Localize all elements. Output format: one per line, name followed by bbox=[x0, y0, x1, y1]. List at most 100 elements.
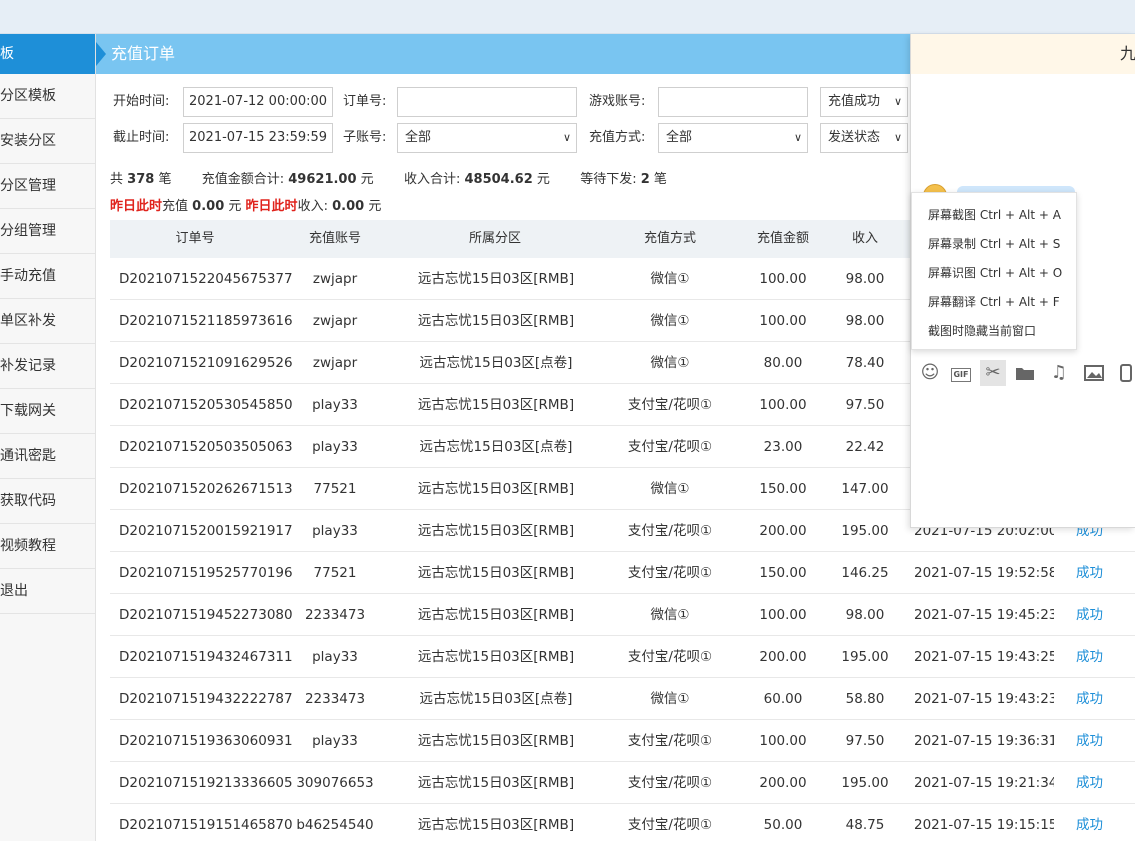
table-row[interactable]: D2021071519432222787 2233473 远古忘忧15日03区[点卷… bbox=[110, 678, 1135, 720]
sidebar-item-zone-manage[interactable]: 分区管理 bbox=[0, 164, 95, 209]
yesterday-income-unit: 元 bbox=[368, 199, 382, 214]
order-input[interactable] bbox=[397, 87, 577, 117]
cell-income: 97.50 bbox=[845, 733, 885, 749]
menu-item-screen-translate[interactable]: 屏幕翻译 Ctrl + Alt + F bbox=[912, 288, 1076, 317]
total-count: 378 bbox=[127, 172, 155, 187]
sidebar-item-reissue[interactable]: 单区补发 bbox=[0, 299, 95, 344]
sub-account-label: 子账号: bbox=[343, 130, 387, 145]
menu-item-screenshot[interactable]: 屏幕截图 Ctrl + Alt + A bbox=[912, 201, 1076, 230]
game-account-input[interactable] bbox=[658, 87, 808, 117]
sidebar-item-template[interactable]: 分区模板 bbox=[0, 74, 95, 119]
status-select[interactable]: 充值成功 ∨ bbox=[820, 87, 908, 117]
cell-account: 77521 bbox=[313, 565, 357, 581]
start-time-input[interactable]: 2021-07-12 00:00:00 bbox=[183, 87, 333, 117]
emoji-icon[interactable]: ☺ bbox=[917, 360, 943, 386]
sidebar-item-group-manage[interactable]: 分组管理 bbox=[0, 209, 95, 254]
cell-status[interactable]: 成功 bbox=[1076, 762, 1116, 804]
cell-zone: 远古忘忧15日03区[RMB] bbox=[417, 565, 575, 581]
table-row[interactable]: D2021071519452273080 2233473 远古忘忧15日03区[RM… bbox=[110, 594, 1135, 636]
end-time-input[interactable]: 2021-07-15 23:59:59 bbox=[183, 123, 333, 153]
cell-account: zwjapr bbox=[312, 313, 358, 329]
image-icon[interactable] bbox=[1081, 360, 1107, 386]
cell-pay-method: 微信① bbox=[650, 313, 690, 329]
count-prefix: 共 bbox=[110, 172, 124, 187]
sidebar-item-active[interactable]: 板 bbox=[0, 34, 95, 74]
sidebar-item-manual-recharge[interactable]: 手动充值 bbox=[0, 254, 95, 299]
cell-time: 2021-07-15 19:36:31 bbox=[914, 733, 1054, 749]
menu-item-screen-ocr[interactable]: 屏幕识图 Ctrl + Alt + O bbox=[912, 259, 1076, 288]
pending-unit: 笔 bbox=[653, 172, 667, 187]
cell-pay-method: 支付宝/花呗① bbox=[627, 397, 713, 413]
cell-amount: 150.00 bbox=[759, 481, 807, 497]
cell-pay-method: 微信① bbox=[650, 691, 690, 707]
table-row[interactable]: D2021071519525770196 77521 远古忘忧15日03区[RMB]… bbox=[110, 552, 1135, 594]
cell-amount: 200.00 bbox=[759, 775, 807, 791]
menu-item-hide-window[interactable]: 截图时隐藏当前窗口 bbox=[912, 317, 1076, 346]
yesterday-line: 昨日此时充值 0.00 元 昨日此时收入: 0.00 元 bbox=[110, 194, 381, 220]
sidebar-item-reissue-log[interactable]: 补发记录 bbox=[0, 344, 95, 389]
cell-status[interactable]: 成功 bbox=[1076, 594, 1116, 636]
order-label: 订单号: bbox=[343, 94, 387, 109]
phone-icon[interactable] bbox=[1113, 360, 1135, 386]
yesterday-income-text: 收入: bbox=[297, 199, 328, 214]
amount-unit: 元 bbox=[360, 172, 374, 187]
header-amount: 充值金额 bbox=[756, 231, 809, 246]
table-row[interactable]: D2021071519213336605 309076653 远古忘忧15日03区[… bbox=[110, 762, 1135, 804]
table-row[interactable]: D2021071519363060931 play33 远古忘忧15日03区[RMB… bbox=[110, 720, 1135, 762]
sidebar-item-video-tutorial[interactable]: 视频教程 bbox=[0, 524, 95, 569]
income-total: 48504.62 bbox=[464, 172, 533, 187]
table-row[interactable]: D2021071519432467311 play33 远古忘忧15日03区[RMB… bbox=[110, 636, 1135, 678]
amount-total: 49621.00 bbox=[288, 172, 357, 187]
pay-method-select[interactable]: 全部 ∨ bbox=[658, 123, 808, 153]
gif-label: GIF bbox=[951, 368, 971, 382]
cell-zone: 远古忘忧15日03区[点卷] bbox=[419, 691, 573, 707]
cell-income: 48.75 bbox=[845, 817, 885, 833]
cell-status[interactable]: 成功 bbox=[1076, 636, 1116, 678]
yesterday-label: 昨日此时 bbox=[110, 199, 163, 214]
cell-income: 22.42 bbox=[845, 439, 885, 455]
chevron-down-icon: ∨ bbox=[793, 131, 802, 144]
cell-pay-method: 支付宝/花呗① bbox=[627, 775, 713, 791]
sidebar-item-download-gateway[interactable]: 下载网关 bbox=[0, 389, 95, 434]
cell-income: 98.00 bbox=[845, 271, 885, 287]
cell-pay-method: 微信① bbox=[650, 481, 690, 497]
count-suffix: 笔 bbox=[158, 172, 172, 187]
screenshot-menu: 屏幕截图 Ctrl + Alt + A 屏幕录制 Ctrl + Alt + S … bbox=[911, 192, 1077, 350]
cell-amount: 200.00 bbox=[759, 523, 807, 539]
cell-amount: 60.00 bbox=[763, 691, 803, 707]
gif-icon[interactable]: GIF bbox=[947, 360, 973, 386]
pay-method-label: 充值方式: bbox=[589, 130, 646, 145]
sidebar-item-get-code[interactable]: 获取代码 bbox=[0, 479, 95, 524]
cell-pay-method: 微信① bbox=[650, 271, 690, 287]
cell-amount: 100.00 bbox=[759, 397, 807, 413]
cell-income: 58.80 bbox=[845, 691, 885, 707]
cell-account: 77521 bbox=[313, 481, 357, 497]
sidebar-item-secret-key[interactable]: 通讯密匙 bbox=[0, 434, 95, 479]
sub-account-select[interactable]: 全部 ∨ bbox=[397, 123, 577, 153]
cell-status[interactable]: 成功 bbox=[1076, 804, 1116, 841]
yesterday-recharge-unit: 元 bbox=[228, 199, 242, 214]
cell-status[interactable]: 成功 bbox=[1076, 678, 1116, 720]
cell-zone: 远古忘忧15日03区[RMB] bbox=[417, 733, 575, 749]
menu-item-screen-record[interactable]: 屏幕录制 Ctrl + Alt + S bbox=[912, 230, 1076, 259]
send-status-select[interactable]: 发送状态 ∨ bbox=[820, 123, 908, 153]
cell-account: play33 bbox=[312, 523, 358, 539]
folder-icon[interactable] bbox=[1012, 360, 1038, 386]
cell-status[interactable]: 成功 bbox=[1076, 552, 1116, 594]
cell-income: 147.00 bbox=[841, 481, 889, 497]
cell-status[interactable]: 成功 bbox=[1076, 720, 1116, 762]
sidebar-item-install[interactable]: 安装分区 bbox=[0, 119, 95, 164]
scissors-icon[interactable]: ✂ bbox=[980, 360, 1006, 386]
cell-amount: 50.00 bbox=[763, 817, 803, 833]
table-row[interactable]: D2021071519151465870 b46254540 远古忘忧15日03区[… bbox=[110, 804, 1135, 841]
cell-zone: 远古忘忧15日03区[RMB] bbox=[417, 481, 575, 497]
title-notch bbox=[96, 42, 106, 66]
sidebar-item-logout[interactable]: 退出 bbox=[0, 569, 95, 614]
cell-zone: 远古忘忧15日03区[RMB] bbox=[417, 523, 575, 539]
cell-account: 309076653 bbox=[296, 775, 374, 791]
pay-method-value: 全部 bbox=[666, 130, 693, 145]
cell-pay-method: 微信① bbox=[650, 355, 690, 371]
chevron-down-icon: ∨ bbox=[562, 131, 571, 144]
income-total-label: 收入合计: bbox=[403, 172, 461, 187]
music-icon[interactable]: ♫ bbox=[1046, 360, 1072, 386]
